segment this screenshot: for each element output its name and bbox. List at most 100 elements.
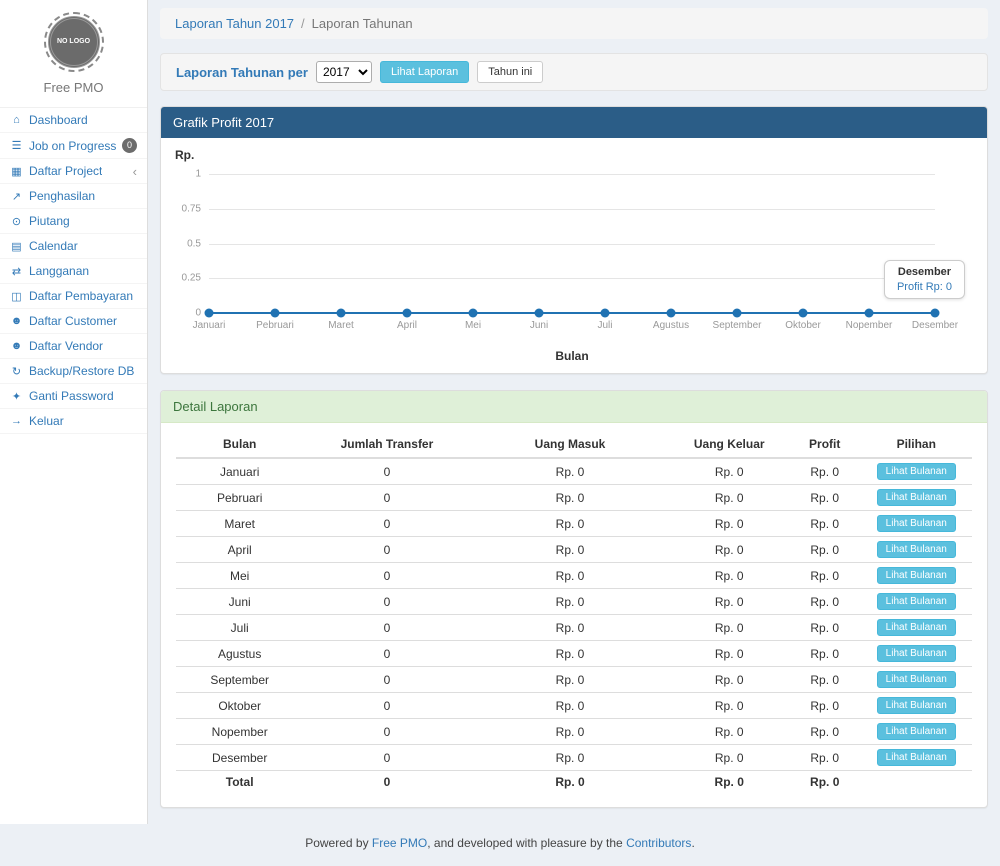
x-tick-label: Maret [328,320,354,331]
table-row: September0Rp. 0Rp. 0Rp. 0Lihat Bulanan [176,667,972,693]
cell-bulan: Maret [176,511,303,537]
lihat-bulanan-button[interactable]: Lihat Bulanan [877,567,956,584]
sidebar-item-piutang[interactable]: ⊙Piutang [0,209,147,234]
cell-uang-masuk: Rp. 0 [471,589,670,615]
gridline [209,209,935,210]
cell-uang-masuk: Rp. 0 [471,615,670,641]
sidebar-item-keluar[interactable]: → Keluar [0,409,147,434]
x-tick-label: Juni [530,320,548,331]
lihat-bulanan-button[interactable]: Lihat Bulanan [877,593,956,610]
cell-bulan: Desember [176,745,303,771]
cell-profit: Rp. 0 [789,537,861,563]
cell-uang-masuk: Rp. 0 [471,719,670,745]
sidebar-item-penghasilan[interactable]: ↗Penghasilan [0,184,147,209]
cell-pilihan: Lihat Bulanan [861,745,972,771]
cell-uang-masuk: Rp. 0 [471,641,670,667]
cell-pilihan: Lihat Bulanan [861,615,972,641]
sidebar-item-daftar-project[interactable]: ▦Daftar Project‹ [0,159,147,184]
total-label: Total [176,771,303,794]
main-content: Laporan Tahun 2017/Laporan Tahunan Lapor… [148,0,1000,824]
cell-uang-masuk: Rp. 0 [471,511,670,537]
lihat-bulanan-button[interactable]: Lihat Bulanan [877,749,956,766]
chart-panel-title: Grafik Profit 2017 [161,107,987,138]
cell-bulan: Januari [176,458,303,485]
y-tick-label: 1 [195,169,201,180]
footer-text-middle: , and developed with pleasure by the [427,836,626,850]
data-point [205,309,214,318]
x-tick-label: Pebruari [256,320,294,331]
sidebar-item-label: Keluar [29,414,64,428]
sidebar-item-label: Backup/Restore DB [29,364,134,378]
sidebar-item-daftar-vendor[interactable]: ☻Daftar Vendor [0,334,147,359]
data-point [271,309,280,318]
chart-tooltip: Desember Profit Rp: 0 [884,260,965,299]
contributors-link[interactable]: Contributors [626,836,691,850]
sidebar-item-ganti-password[interactable]: ✦Ganti Password [0,384,147,409]
cell-profit: Rp. 0 [789,563,861,589]
sidebar-item-daftar-customer[interactable]: ☻ Daftar Customer [0,309,147,334]
sidebar-item-label: Daftar Customer [29,314,117,328]
free-pmo-link[interactable]: Free PMO [372,836,427,850]
sidebar-item-daftar-pembayaran[interactable]: ◫Daftar Pembayaran [0,284,147,309]
table-row: Juni0Rp. 0Rp. 0Rp. 0Lihat Bulanan [176,589,972,615]
data-point [799,309,808,318]
cell-profit: Rp. 0 [789,667,861,693]
cell-pilihan: Lihat Bulanan [861,641,972,667]
x-tick-label: Januari [193,320,226,331]
cell-uang-keluar: Rp. 0 [670,667,789,693]
lihat-bulanan-button[interactable]: Lihat Bulanan [877,671,956,688]
lihat-bulanan-button[interactable]: Lihat Bulanan [877,463,956,480]
subscription-icon: ⇄ [10,265,23,278]
cell-jumlah-transfer: 0 [303,719,470,745]
cell-profit: Rp. 0 [789,615,861,641]
cell-profit: Rp. 0 [789,745,861,771]
cell-uang-masuk: Rp. 0 [471,458,670,485]
footer-text-powered: Powered by [305,836,372,850]
data-point [601,309,610,318]
project-table-icon: ▦ [10,165,23,178]
profit-line [209,312,935,314]
y-axis-label: Rp. [175,148,194,162]
chart-plot: 10.750.50.250JanuariPebruariMaretAprilMe… [209,174,935,313]
table-row: Juli0Rp. 0Rp. 0Rp. 0Lihat Bulanan [176,615,972,641]
tahun-ini-button[interactable]: Tahun ini [477,61,543,83]
sidebar-item-backup-restore-db[interactable]: ↻Backup/Restore DB [0,359,147,384]
table-row: Nopember0Rp. 0Rp. 0Rp. 0Lihat Bulanan [176,719,972,745]
cell-uang-masuk: Rp. 0 [471,537,670,563]
logout-icon: → [10,415,23,427]
cell-pilihan: Lihat Bulanan [861,719,972,745]
total-row: Total 0 Rp. 0 Rp. 0 Rp. 0 [176,771,972,794]
tooltip-value: Profit Rp: 0 [897,281,952,293]
lihat-bulanan-button[interactable]: Lihat Bulanan [877,619,956,636]
data-point [667,309,676,318]
sidebar-item-job-on-progress[interactable]: ☰Job on Progress0 [0,133,147,159]
lihat-bulanan-button[interactable]: Lihat Bulanan [877,489,956,506]
breadcrumb-link[interactable]: Laporan Tahun 2017 [175,16,294,31]
cell-profit: Rp. 0 [789,641,861,667]
x-tick-label: Mei [465,320,481,331]
column-header-profit: Profit [789,431,861,458]
lihat-bulanan-button[interactable]: Lihat Bulanan [877,723,956,740]
data-point [403,309,412,318]
lihat-bulanan-button[interactable]: Lihat Bulanan [877,541,956,558]
lihat-bulanan-button[interactable]: Lihat Bulanan [877,515,956,532]
cell-uang-keluar: Rp. 0 [670,615,789,641]
table-header-row: BulanJumlah TransferUang MasukUang Kelua… [176,431,972,458]
brand-block: NO LOGO Free PMO [0,0,147,108]
x-axis-label: Bulan [209,349,935,363]
lihat-bulanan-button[interactable]: Lihat Bulanan [877,645,956,662]
cell-jumlah-transfer: 0 [303,537,470,563]
cell-profit: Rp. 0 [789,589,861,615]
y-tick-label: 0.25 [182,273,201,284]
customers-icon: ☻ [10,315,23,327]
x-tick-label: Desember [912,320,958,331]
sidebar-item-calendar[interactable]: ▤Calendar [0,234,147,259]
table-row: Oktober0Rp. 0Rp. 0Rp. 0Lihat Bulanan [176,693,972,719]
cell-uang-keluar: Rp. 0 [670,485,789,511]
lihat-laporan-button[interactable]: Lihat Laporan [380,61,469,83]
sidebar-item-label: Langganan [29,264,89,278]
year-select[interactable]: 2017 [316,61,372,83]
lihat-bulanan-button[interactable]: Lihat Bulanan [877,697,956,714]
sidebar-item-dashboard[interactable]: ⌂Dashboard [0,108,147,133]
sidebar-item-langganan[interactable]: ⇄ Langganan [0,259,147,284]
